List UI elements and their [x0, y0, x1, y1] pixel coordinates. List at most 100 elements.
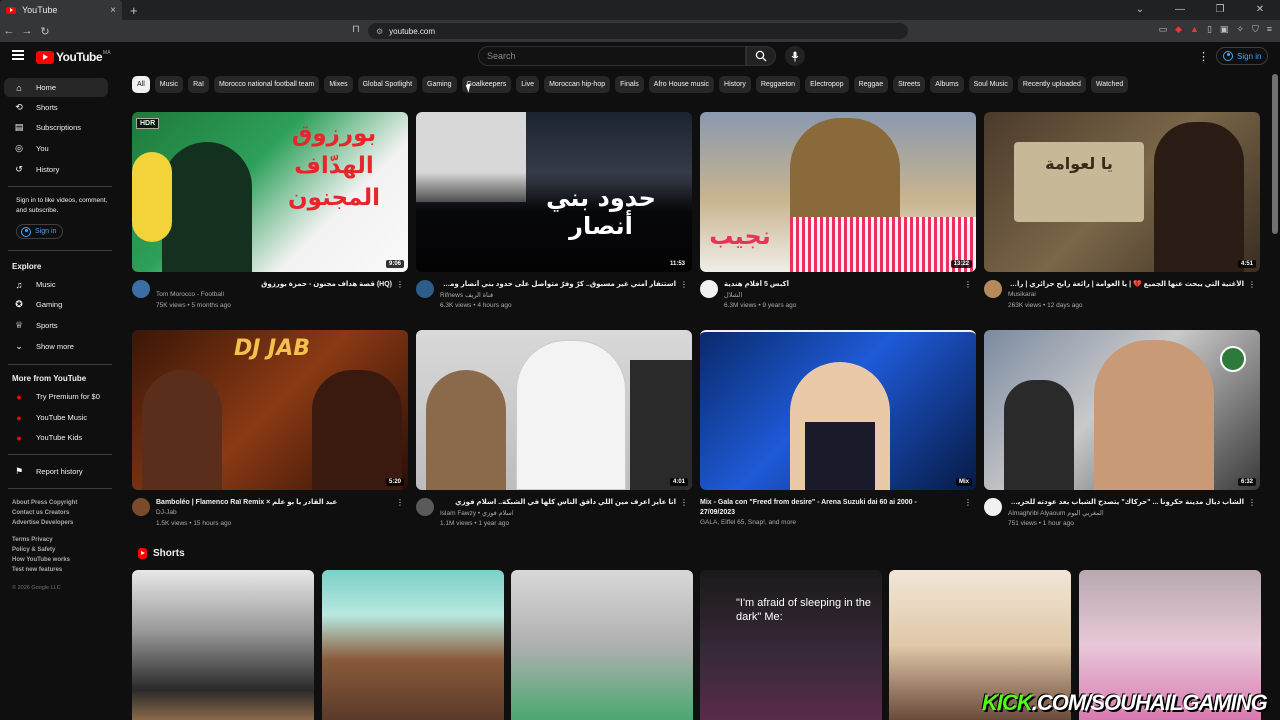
footer-line[interactable]: How YouTube works	[12, 555, 112, 565]
sidebar-item-premium[interactable]: ● Try Premium for $0	[4, 387, 108, 406]
more-actions-icon[interactable]: ⋮	[680, 280, 688, 289]
chip-moroccan-hip-hop[interactable]: Moroccan hip-hop	[544, 76, 611, 93]
chip-recently-uploaded[interactable]: Recently uploaded	[1017, 76, 1086, 93]
video-title[interactable]: استنفار أمني غير مسبوق.. كرّ وفرّ متواصل…	[440, 280, 676, 290]
channel-avatar[interactable]	[416, 280, 434, 298]
channel-avatar[interactable]	[132, 498, 150, 516]
sidebar-item-you[interactable]: ◎ You	[4, 139, 108, 158]
chip-finals[interactable]: Finals	[615, 76, 644, 93]
channel-name[interactable]: GALA, Eiffel 65, Snap!, and more	[700, 519, 796, 526]
video-card[interactable]: حدود بني أنصار 11:53 استنفار أمني غير مس…	[416, 112, 692, 330]
chip-music[interactable]: Music	[154, 76, 184, 93]
youtube-logo[interactable]: YouTube MA	[36, 50, 111, 64]
address-bar[interactable]: ⚙ youtube.com	[368, 23, 908, 39]
menu-icon[interactable]: ≡	[1267, 24, 1272, 35]
chip-afro-house-music[interactable]: Afro House music	[648, 76, 715, 93]
sidebar-item-show-more[interactable]: ⌄ Show more	[4, 337, 108, 356]
video-card[interactable]: DJ JAB 5:20 Bamboléo | Flamenco Raï Remi…	[132, 330, 408, 548]
sidebar-item-history[interactable]: ↺ History	[4, 160, 108, 179]
chip-mixes[interactable]: Mixes	[324, 76, 353, 93]
video-thumbnail[interactable]: 4:01	[416, 330, 692, 490]
page-scrollbar[interactable]	[1272, 72, 1278, 720]
channel-name[interactable]: Musikarai	[1008, 291, 1036, 298]
site-info-icon[interactable]: ⚙	[376, 27, 383, 36]
forward-icon[interactable]: →	[18, 25, 36, 37]
wallet-icon[interactable]: ▣	[1220, 24, 1229, 35]
chip-albums[interactable]: Albums	[930, 76, 964, 93]
channel-avatar[interactable]	[700, 280, 718, 298]
tab-search-button[interactable]: ⌄	[1120, 0, 1160, 20]
video-card[interactable]: 6:32 الشاب ديال مدينة حكرونا ... "حركاك"…	[984, 330, 1260, 548]
chip-morocco-national-football-team[interactable]: Morocco national football team	[213, 76, 320, 93]
brave-shield-icon[interactable]: ◆	[1175, 24, 1182, 35]
more-actions-icon[interactable]: ⋮	[396, 280, 404, 289]
video-title[interactable]: Bamboléo | Flamenco Raï Remix × عبد القا…	[156, 498, 392, 508]
scrollbar-thumb[interactable]	[1272, 74, 1278, 234]
channel-avatar[interactable]	[132, 280, 150, 298]
video-title[interactable]: أكبس 5 أفلام هندية	[724, 280, 960, 290]
chip-electropop[interactable]: Electropop	[805, 76, 849, 93]
channel-avatar[interactable]	[984, 280, 1002, 298]
reload-icon[interactable]: ↻	[36, 25, 54, 38]
footer-line[interactable]: About Press Copyright	[12, 498, 112, 508]
video-card[interactable]: نجيب 13:22 أكبس 5 أفلام هندية الشلال 6.3…	[700, 112, 976, 330]
footer-line[interactable]: Policy & Safety	[12, 545, 112, 555]
hamburger-menu-icon[interactable]	[12, 50, 24, 60]
chip-soul-music[interactable]: Soul Music	[968, 76, 1013, 93]
close-window-button[interactable]: ✕	[1240, 0, 1280, 20]
video-card[interactable]: يا لعوامة 4:51 الأغنية التي يبحث عنها ال…	[984, 112, 1260, 330]
footer-line[interactable]: Test new features	[12, 565, 112, 575]
screen-icon[interactable]: ▭	[1159, 24, 1168, 35]
sidebar-item-subscriptions[interactable]: ▤ Subscriptions	[4, 118, 108, 137]
video-thumbnail[interactable]: يا لعوامة 4:51	[984, 112, 1260, 272]
channel-name[interactable]: الشلال	[724, 291, 742, 299]
video-thumbnail[interactable]: نجيب 13:22	[700, 112, 976, 272]
sidebar-item-youtube-kids[interactable]: ● YouTube Kids	[4, 428, 108, 447]
channel-name[interactable]: Rifnews قناة الريف	[440, 291, 493, 299]
chip-history[interactable]: History	[719, 76, 751, 93]
sidebar-item-sports[interactable]: ♕ Sports	[4, 316, 108, 335]
chip-global-spotlight[interactable]: Global Spotlight	[357, 76, 418, 93]
video-card[interactable]: 4:01 انا عايز اعرف مين اللي داقق الناس ك…	[416, 330, 692, 548]
short-card[interactable]	[132, 570, 314, 720]
chip-reggaeton[interactable]: Reggaeton	[755, 76, 801, 93]
sidebar-item-youtube-music[interactable]: ● YouTube Music	[4, 408, 108, 427]
more-actions-icon[interactable]: ⋮	[1248, 498, 1256, 507]
sidebar-item-gaming[interactable]: ✪ Gaming	[4, 295, 108, 314]
short-card[interactable]	[511, 570, 693, 720]
sidebar-item-home[interactable]: ⌂ Home	[4, 78, 108, 97]
more-actions-icon[interactable]: ⋮	[1248, 280, 1256, 289]
extensions-icon[interactable]: ✧	[1236, 24, 1244, 35]
chip-gaming[interactable]: Gaming	[422, 76, 457, 93]
video-title[interactable]: انا عايز اعرف مين اللي داقق الناس كلها ف…	[440, 498, 676, 508]
more-actions-icon[interactable]: ⋮	[964, 280, 972, 289]
search-button[interactable]	[746, 46, 776, 66]
browser-tab[interactable]: YouTube ×	[0, 0, 122, 20]
footer-line[interactable]: Contact us Creators	[12, 508, 112, 518]
settings-more-icon[interactable]: ⋮	[1198, 50, 1209, 63]
sidebar-item-shorts[interactable]: ⟲ Shorts	[4, 98, 108, 117]
channel-name[interactable]: Tom Morocco - Football	[156, 291, 224, 298]
maximize-button[interactable]: ❐	[1200, 0, 1240, 20]
more-actions-icon[interactable]: ⋮	[964, 498, 972, 507]
video-title[interactable]: (HQ) قصة هداف مجنون - حمزة بورزوق	[156, 280, 392, 290]
channel-avatar[interactable]	[416, 498, 434, 516]
rewards-icon[interactable]: ▲	[1190, 24, 1199, 35]
sidebar-toggle-icon[interactable]: ▯	[1207, 24, 1212, 35]
video-thumbnail[interactable]: 6:32	[984, 330, 1260, 490]
back-icon[interactable]: ←	[0, 25, 18, 37]
video-title[interactable]: Mix - Gala con "Freed from desire" - Are…	[700, 498, 950, 518]
new-tab-button[interactable]: +	[130, 3, 138, 18]
sidebar-item-music[interactable]: ♫ Music	[4, 275, 108, 294]
tab-close-icon[interactable]: ×	[110, 5, 116, 16]
minimize-button[interactable]: —	[1160, 0, 1200, 20]
footer-line[interactable]: Advertise Developers	[12, 518, 112, 528]
channel-avatar[interactable]	[984, 498, 1002, 516]
chip-raï[interactable]: Raï	[188, 76, 209, 93]
search-input[interactable]: Search	[478, 46, 746, 66]
bookmark-icon[interactable]: ⊓	[352, 24, 360, 35]
short-card[interactable]: "I'm afraid of sleeping in the dark" Me:	[700, 570, 882, 720]
vpn-icon[interactable]: ⛉	[1252, 24, 1259, 35]
sign-in-button[interactable]: Sign in	[1216, 47, 1269, 65]
video-title[interactable]: الشاب ديال مدينة حكرونا ... "حركاك" يتصد…	[1008, 498, 1244, 508]
